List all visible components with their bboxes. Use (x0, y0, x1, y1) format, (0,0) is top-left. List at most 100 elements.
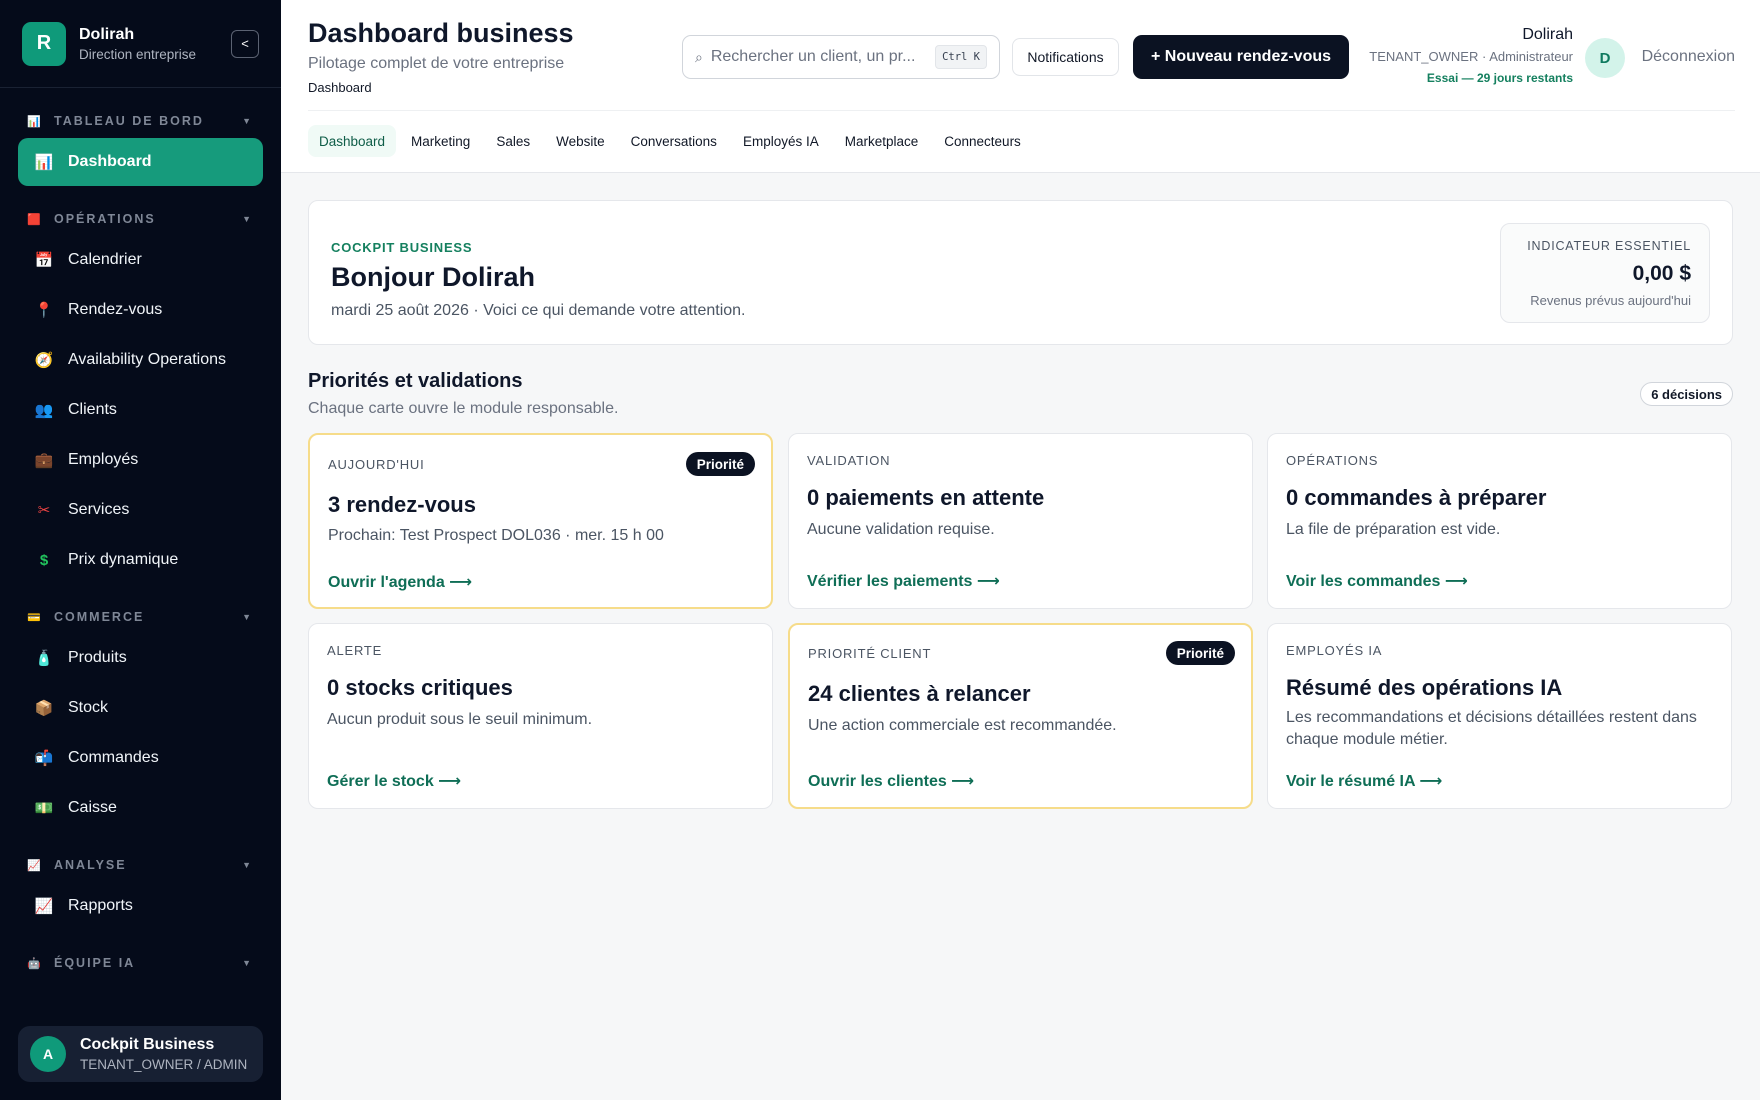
card-description: Une action commerciale est recommandée. (808, 717, 1117, 734)
card-description: La file de préparation est vide. (1286, 521, 1501, 538)
kpi-caption: Revenus prévus aujourd'hui (1530, 293, 1691, 308)
manage-stock-link[interactable]: Gérer le stock ⟶ (327, 771, 461, 791)
sidebar-item-label: Rendez-vous (68, 301, 163, 318)
sidebar-item-services[interactable]: ✂ Services (18, 486, 263, 534)
section-tableau-de-bord[interactable]: 📊 TABLEAU DE BORD ▼ (0, 106, 281, 136)
sidebar-item-label: Commandes (68, 749, 159, 766)
section-label: ANALYSE (54, 858, 127, 872)
tab-connecteurs[interactable]: Connecteurs (933, 125, 1032, 157)
section-operations[interactable]: 🟥 OPÉRATIONS ▼ (0, 204, 281, 234)
sidebar-item-calendrier[interactable]: 📅 Calendrier (18, 236, 263, 284)
priority-badge: Priorité (1165, 641, 1235, 665)
sidebar-item-clients[interactable]: 👥 Clients (18, 386, 263, 434)
avatar: A (30, 1036, 66, 1072)
sidebar-item-dashboard[interactable]: 📊 Dashboard (18, 138, 263, 186)
card-eyebrow: EMPLOYÉS IA (1286, 643, 1383, 658)
sidebar-item-label: Stock (68, 699, 109, 716)
sidebar-item-label: Employés (68, 451, 139, 468)
card-title: 24 clientes à relancer (808, 681, 1031, 706)
sidebar-item-availability[interactable]: 🧭 Availability Operations (18, 336, 263, 384)
card-title: Résumé des opérations IA (1286, 675, 1563, 700)
sidebar-item-stock[interactable]: 📦 Stock (18, 684, 263, 732)
mailbox-icon: 📬 (34, 750, 54, 767)
card-eyebrow: AUJOURD'HUI (328, 457, 425, 472)
sidebar-item-employes[interactable]: 💼 Employés (18, 436, 263, 484)
package-icon: 📦 (34, 700, 54, 717)
user-card[interactable]: A Cockpit Business TENANT_OWNER / ADMIN (18, 1026, 263, 1082)
notifications-button[interactable]: Notifications (1012, 38, 1119, 76)
open-clients-link[interactable]: Ouvrir les clientes ⟶ (808, 771, 974, 791)
section-commerce[interactable]: 💳 COMMERCE ▼ (0, 602, 281, 632)
section-label: ÉQUIPE IA (54, 956, 136, 970)
robot-icon: 🤖 (27, 957, 43, 970)
priority-card-appointments[interactable]: AUJOURD'HUI Priorité 3 rendez-vous Proch… (308, 433, 773, 609)
section-label: OPÉRATIONS (54, 212, 156, 226)
sidebar-item-label: Dashboard (68, 153, 152, 170)
sidebar-item-prix-dynamique[interactable]: $ Prix dynamique (18, 536, 263, 584)
view-ai-summary-link[interactable]: Voir le résumé IA ⟶ (1286, 771, 1442, 791)
sidebar-item-commandes[interactable]: 📬 Commandes (18, 734, 263, 782)
tab-website[interactable]: Website (545, 125, 616, 157)
verify-payments-link[interactable]: Vérifier les paiements ⟶ (807, 571, 1000, 591)
caret-down-icon: ▼ (242, 958, 253, 968)
card-title: 3 rendez-vous (328, 492, 476, 517)
new-appointment-button[interactable]: + Nouveau rendez-vous (1133, 35, 1349, 79)
decisions-count-badge: 6 décisions (1640, 382, 1733, 406)
sidebar-item-label: Prix dynamique (68, 551, 179, 568)
tab-conversations[interactable]: Conversations (620, 125, 728, 157)
cash-icon: 💵 (34, 800, 54, 817)
account-role: TENANT_OWNER · Administrateur (1369, 49, 1573, 64)
tab-marketplace[interactable]: Marketplace (834, 125, 930, 157)
priority-card-clients[interactable]: PRIORITÉ CLIENT Priorité 24 clientes à r… (788, 623, 1253, 809)
tab-marketing[interactable]: Marketing (400, 125, 481, 157)
breadcrumb[interactable]: Dashboard (308, 80, 372, 95)
sidebar-item-label: Caisse (68, 799, 117, 816)
sidebar-nav: 📊 TABLEAU DE BORD ▼ 📊 Dashboard 🟥 OPÉRAT… (0, 106, 281, 1008)
sidebar-item-produits[interactable]: 🧴 Produits (18, 634, 263, 682)
priority-card-ai-employees[interactable]: EMPLOYÉS IA Résumé des opérations IA Les… (1267, 623, 1732, 809)
search-input[interactable]: ⌕ Rechercher un client, un pr... Ctrl K (682, 35, 1000, 79)
greeting-title: Bonjour Dolirah (331, 262, 535, 292)
avatar[interactable]: D (1585, 38, 1625, 78)
top-header: Dashboard business Pilotage complet de v… (281, 0, 1760, 173)
tab-employes-ia[interactable]: Employés IA (732, 125, 830, 157)
sidebar-item-label: Availability Operations (68, 351, 227, 368)
briefcase-icon: 💼 (34, 452, 54, 469)
account-name: Dolirah (1522, 26, 1573, 43)
priority-card-payments[interactable]: VALIDATION 0 paiements en attente Aucune… (788, 433, 1253, 609)
search-icon: ⌕ (695, 48, 703, 65)
sidebar-item-caisse[interactable]: 💵 Caisse (18, 784, 263, 832)
open-agenda-link[interactable]: Ouvrir l'agenda ⟶ (328, 572, 472, 592)
section-title: Priorités et validations (308, 370, 523, 392)
dollar-icon: $ (39, 551, 49, 569)
operations-icon: 🟥 (27, 213, 43, 226)
brand-subtitle: Direction entreprise (79, 46, 197, 62)
section-equipe-ia[interactable]: 🤖 ÉQUIPE IA ▼ (0, 948, 281, 978)
welcome-card: COCKPIT BUSINESS Bonjour Dolirah mardi 2… (308, 200, 1733, 345)
card-eyebrow: ALERTE (327, 643, 383, 658)
card-title: 0 stocks critiques (327, 675, 513, 700)
section-subtitle: Chaque carte ouvre le module responsable… (308, 400, 619, 417)
brand-header: R Dolirah Direction entreprise < (0, 0, 281, 88)
page-subtitle: Pilotage complet de votre entreprise (308, 55, 565, 72)
greeting-subtitle: mardi 25 août 2026 · Voici ce qui demand… (331, 302, 746, 319)
divider (308, 110, 1735, 111)
view-orders-link[interactable]: Voir les commandes ⟶ (1286, 571, 1468, 591)
caret-down-icon: ▼ (242, 116, 253, 126)
card-description: Prochain: Test Prospect DOL036 · mer. 15… (328, 527, 664, 544)
account-info: Dolirah TENANT_OWNER · Administrateur Es… (1369, 26, 1573, 85)
section-analyse[interactable]: 📈 ANALYSE ▼ (0, 850, 281, 880)
logout-button[interactable]: Déconnexion (1642, 48, 1735, 66)
users-icon: 👥 (34, 402, 54, 419)
sidebar-item-rapports[interactable]: 📈 Rapports (18, 882, 263, 930)
card-eyebrow: OPÉRATIONS (1286, 453, 1379, 468)
card-eyebrow: VALIDATION (807, 453, 891, 468)
tab-dashboard[interactable]: Dashboard (308, 125, 397, 157)
chart-icon: 📊 (27, 115, 43, 128)
sidebar-item-rendez-vous[interactable]: 📍 Rendez-vous (18, 286, 263, 334)
priority-card-stock[interactable]: ALERTE 0 stocks critiques Aucun produit … (308, 623, 773, 809)
tab-sales[interactable]: Sales (485, 125, 541, 157)
collapse-sidebar-button[interactable]: < (231, 29, 259, 58)
priority-card-orders[interactable]: OPÉRATIONS 0 commandes à préparer La fil… (1267, 433, 1732, 609)
trial-status: Essai — 29 jours restants (1426, 71, 1573, 85)
